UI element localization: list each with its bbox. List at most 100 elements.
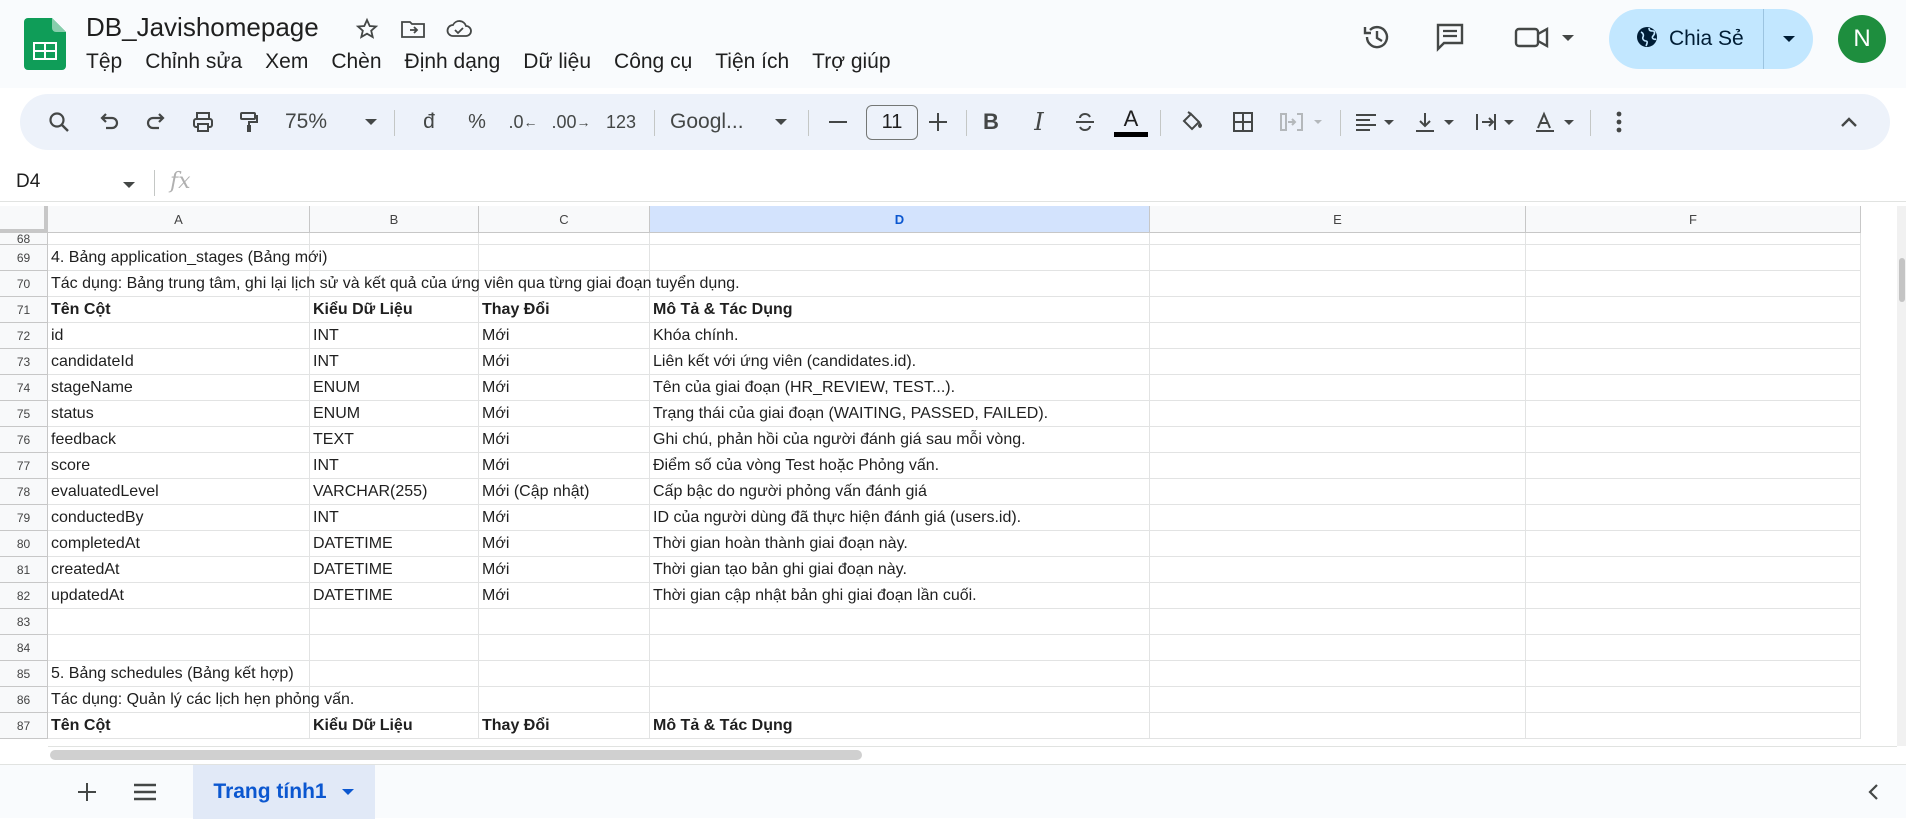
decrease-font-size-icon[interactable] bbox=[818, 94, 858, 150]
cell[interactable]: Mới (Cập nhật) bbox=[479, 479, 650, 505]
star-icon[interactable] bbox=[352, 14, 382, 44]
cell[interactable]: ID của người dùng đã thực hiện đánh giá … bbox=[650, 505, 1150, 531]
collapse-menus-icon[interactable] bbox=[1828, 94, 1870, 150]
cell[interactable] bbox=[1526, 479, 1861, 505]
cell[interactable]: 5. Bảng schedules (Bảng kết hợp) bbox=[48, 661, 310, 687]
cell[interactable] bbox=[1526, 661, 1861, 687]
name-box[interactable]: D4 bbox=[16, 171, 40, 193]
cell[interactable] bbox=[48, 635, 310, 661]
cell[interactable]: INT bbox=[310, 505, 479, 531]
cell[interactable] bbox=[1526, 505, 1861, 531]
bold-icon[interactable]: B bbox=[970, 94, 1012, 150]
cell[interactable]: Thời gian tạo bản ghi giai đoạn này. bbox=[650, 557, 1150, 583]
more-options-icon[interactable] bbox=[1598, 94, 1640, 150]
cell[interactable]: Mới bbox=[479, 531, 650, 557]
cell[interactable] bbox=[1526, 687, 1861, 713]
cell[interactable] bbox=[1526, 609, 1861, 635]
cell[interactable]: Mô Tả & Tác Dụng bbox=[650, 713, 1150, 739]
row-header[interactable]: 82 bbox=[0, 583, 48, 609]
horizontal-scrollbar-thumb[interactable] bbox=[50, 750, 862, 760]
cell[interactable] bbox=[1150, 557, 1526, 583]
cell[interactable] bbox=[310, 245, 479, 271]
cell[interactable]: feedback bbox=[48, 427, 310, 453]
cell[interactable]: Tên Cột bbox=[48, 713, 310, 739]
currency-format-button[interactable]: đ bbox=[408, 94, 450, 150]
cell[interactable]: Mới bbox=[479, 349, 650, 375]
cell[interactable] bbox=[310, 233, 479, 245]
cell[interactable]: INT bbox=[310, 349, 479, 375]
row-header[interactable]: 74 bbox=[0, 375, 48, 401]
cell[interactable] bbox=[479, 635, 650, 661]
menu-extensions[interactable]: Tiện ích bbox=[715, 48, 801, 76]
cell[interactable] bbox=[650, 245, 1150, 271]
cell[interactable] bbox=[1150, 505, 1526, 531]
borders-icon[interactable] bbox=[1222, 94, 1264, 150]
cell[interactable] bbox=[1526, 297, 1861, 323]
cell[interactable] bbox=[1526, 271, 1861, 297]
paint-format-icon[interactable] bbox=[228, 94, 270, 150]
cell[interactable] bbox=[1150, 453, 1526, 479]
cell[interactable] bbox=[1150, 271, 1526, 297]
meet-video-icon[interactable] bbox=[1512, 18, 1582, 56]
sheets-logo-icon[interactable] bbox=[24, 18, 66, 70]
account-avatar[interactable]: N bbox=[1838, 15, 1886, 63]
cell[interactable]: Thay Đổi bbox=[479, 713, 650, 739]
sheet-tab-trang-tinh1[interactable]: Trang tính1 bbox=[193, 765, 375, 819]
cell[interactable] bbox=[1526, 583, 1861, 609]
strikethrough-icon[interactable] bbox=[1064, 94, 1106, 150]
cell[interactable]: TEXT bbox=[310, 427, 479, 453]
menu-format[interactable]: Định dạng bbox=[405, 48, 513, 76]
row-header[interactable]: 75 bbox=[0, 401, 48, 427]
cell[interactable]: id bbox=[48, 323, 310, 349]
cell[interactable] bbox=[650, 233, 1150, 245]
menu-help[interactable]: Trợ giúp bbox=[812, 48, 902, 76]
row-header[interactable]: 81 bbox=[0, 557, 48, 583]
select-all-corner[interactable] bbox=[0, 206, 48, 233]
name-box-dropdown-icon[interactable] bbox=[122, 176, 136, 194]
column-header-c[interactable]: C bbox=[479, 206, 650, 233]
cell[interactable] bbox=[48, 233, 310, 245]
row-header[interactable]: 87 bbox=[0, 713, 48, 739]
cell[interactable] bbox=[1150, 245, 1526, 271]
cell[interactable] bbox=[310, 661, 479, 687]
cell[interactable]: conductedBy bbox=[48, 505, 310, 531]
cell[interactable]: Mới bbox=[479, 427, 650, 453]
column-header-e[interactable]: E bbox=[1150, 206, 1526, 233]
cell[interactable] bbox=[1526, 323, 1861, 349]
cell[interactable]: Tên Cột bbox=[48, 297, 310, 323]
row-header[interactable]: 70 bbox=[0, 271, 48, 297]
cell[interactable]: Kiểu Dữ Liệu bbox=[310, 713, 479, 739]
cell[interactable] bbox=[1150, 479, 1526, 505]
row-header[interactable]: 73 bbox=[0, 349, 48, 375]
row-header[interactable]: 76 bbox=[0, 427, 48, 453]
row-header[interactable]: 77 bbox=[0, 453, 48, 479]
cell[interactable] bbox=[1150, 401, 1526, 427]
menu-view[interactable]: Xem bbox=[265, 48, 320, 76]
cell[interactable]: createdAt bbox=[48, 557, 310, 583]
cell[interactable] bbox=[1150, 609, 1526, 635]
cell[interactable]: Trạng thái của giai đoạn (WAITING, PASSE… bbox=[650, 401, 1150, 427]
cell[interactable]: Tên của giai đoạn (HR_REVIEW, TEST...). bbox=[650, 375, 1150, 401]
vertical-scrollbar-thumb[interactable] bbox=[1899, 258, 1905, 302]
row-header[interactable]: 79 bbox=[0, 505, 48, 531]
vertical-align-icon[interactable] bbox=[1410, 94, 1462, 150]
cell[interactable]: Mới bbox=[479, 557, 650, 583]
cell[interactable] bbox=[48, 609, 310, 635]
cell[interactable]: Cấp bậc do người phỏng vấn đánh giá bbox=[650, 479, 1150, 505]
cell[interactable] bbox=[1526, 713, 1861, 739]
cell[interactable] bbox=[1150, 297, 1526, 323]
cell[interactable] bbox=[1526, 349, 1861, 375]
cell[interactable]: Liên kết với ứng viên (candidates.id). bbox=[650, 349, 1150, 375]
cell[interactable]: DATETIME bbox=[310, 531, 479, 557]
row-header[interactable]: 68 bbox=[0, 232, 48, 246]
row-header[interactable]: 84 bbox=[0, 635, 48, 661]
spreadsheet-grid[interactable]: A B C D E F 68 69 4. Bảng application_stages (Bả… bbox=[0, 206, 1906, 746]
row-header[interactable]: 85 bbox=[0, 661, 48, 687]
cell[interactable] bbox=[1150, 661, 1526, 687]
row-header[interactable]: 72 bbox=[0, 323, 48, 349]
cell[interactable]: Khóa chính. bbox=[650, 323, 1150, 349]
cell[interactable]: ENUM bbox=[310, 375, 479, 401]
italic-icon[interactable]: I bbox=[1018, 94, 1060, 150]
menu-edit[interactable]: Chỉnh sửa bbox=[145, 48, 254, 76]
cell[interactable]: status bbox=[48, 401, 310, 427]
